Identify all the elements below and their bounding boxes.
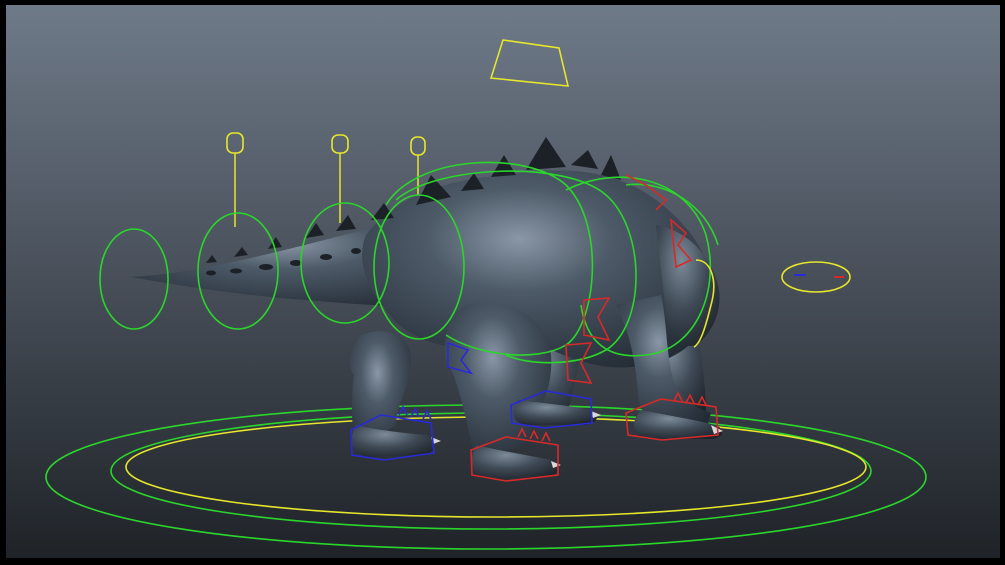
window-frame — [0, 0, 1005, 565]
viewport-3d[interactable] — [6, 5, 1000, 558]
viewport-canvas[interactable] — [6, 5, 1000, 558]
